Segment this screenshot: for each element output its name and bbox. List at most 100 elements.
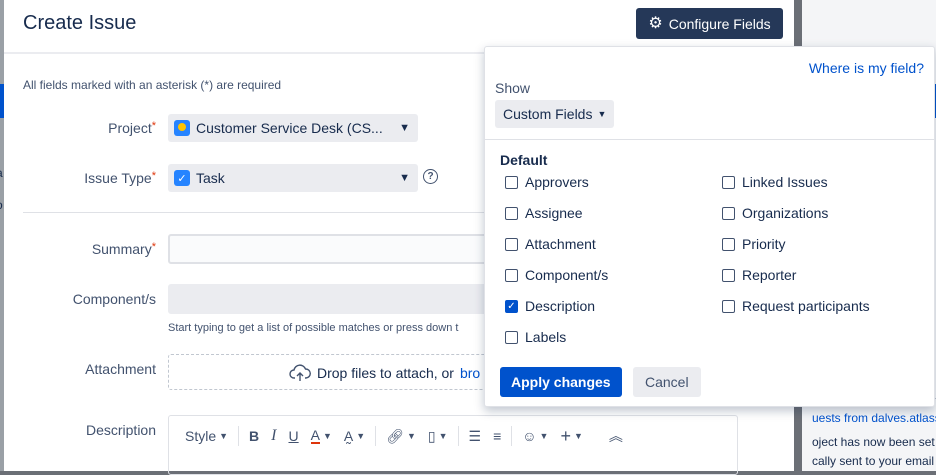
modal-title: Create Issue [23, 12, 137, 34]
field-option-assignee[interactable]: Assignee [505, 205, 583, 221]
background-left-char-1: a [0, 166, 3, 180]
style-label: Style [185, 428, 217, 444]
checkbox[interactable] [722, 206, 735, 220]
background-left-char-2: o [0, 198, 3, 212]
field-option-labels[interactable]: Labels [505, 329, 566, 345]
checkbox[interactable] [505, 268, 518, 282]
help-icon[interactable]: ? [423, 169, 438, 184]
chevron-down-icon: ▼ [438, 431, 448, 441]
checkbox[interactable] [722, 299, 735, 313]
field-option-description[interactable]: ✓ Description [505, 298, 595, 314]
project-label-text: Project [108, 120, 152, 136]
link-icon: 🔗︎ [386, 427, 404, 444]
field-option-label: Description [525, 298, 596, 314]
underline-icon[interactable]: U [283, 422, 305, 450]
show-dropdown[interactable]: Custom Fields ▼ [495, 100, 615, 128]
project-select-value: Customer Service Desk (CS... [196, 120, 383, 136]
text-color-icon: A [310, 427, 320, 444]
field-option-linked-issues[interactable]: Linked Issues [722, 174, 828, 190]
field-option-label: Request participants [742, 298, 870, 314]
background-text-line-2: oject has now been set up [812, 435, 936, 449]
checkbox[interactable] [722, 268, 735, 282]
field-option-reporter[interactable]: Reporter [722, 267, 796, 283]
checkbox[interactable] [505, 330, 518, 344]
checkbox[interactable] [722, 175, 735, 189]
toolbar-separator [457, 426, 459, 446]
field-option-label: Assignee [525, 205, 583, 221]
checkbox[interactable] [505, 175, 518, 189]
attachment-button[interactable]: ▯ ▼ [422, 422, 454, 450]
field-option-request-participants[interactable]: Request participants [722, 298, 870, 314]
cloud-upload-icon [289, 364, 311, 381]
chevron-down-icon: ▼ [399, 172, 410, 184]
field-option-label: Organizations [742, 205, 829, 221]
description-editor[interactable]: Style ▼ B I U A ▼ A̰ ▼ 🔗︎ ▼ ▯ ▼ ☰ ≡ ☺ ▼ … [168, 415, 738, 475]
chevron-down-icon: ▼ [322, 431, 332, 441]
text-color-button[interactable]: A ▼ [305, 422, 338, 450]
where-is-my-field-link[interactable]: Where is my field? [809, 60, 924, 76]
field-option-label: Priority [742, 236, 786, 252]
show-label: Show [495, 80, 531, 96]
numbered-list-icon[interactable]: ≡ [487, 422, 507, 450]
field-option-label: Linked Issues [742, 174, 828, 190]
summary-label-text: Summary [91, 241, 152, 257]
field-option-organizations[interactable]: Organizations [722, 205, 828, 221]
field-option-approvers[interactable]: Approvers [505, 174, 589, 190]
project-label: Project* [16, 120, 156, 136]
chevron-down-icon: ▼ [539, 431, 549, 441]
toolbar-separator [375, 426, 377, 446]
components-hint: Start typing to get a list of possible m… [168, 322, 459, 334]
paperclip-icon: ▯ [427, 427, 436, 444]
checkbox[interactable] [505, 206, 518, 220]
issue-type-label-text: Issue Type [84, 170, 152, 186]
bold-icon[interactable]: B [243, 422, 265, 450]
apply-changes-button[interactable]: Apply changes [500, 367, 622, 397]
checkbox[interactable] [722, 237, 735, 251]
chevron-down-icon: ▼ [399, 122, 410, 134]
text-effects-icon: A̰ [343, 428, 354, 444]
configure-fields-button[interactable]: ⚙ Configure Fields [636, 8, 783, 39]
field-option-components[interactable]: Component/s [505, 267, 608, 283]
collapse-toolbar-icon[interactable]: ︽ [603, 422, 629, 450]
required-asterisk: * [151, 120, 156, 132]
configure-fields-label: Configure Fields [668, 15, 771, 32]
summary-input[interactable] [168, 234, 498, 264]
field-option-label: Approvers [525, 174, 589, 190]
dropzone-content: Drop files to attach, or bro [289, 364, 480, 382]
popup-divider [485, 139, 934, 140]
emoji-button[interactable]: ☺ ▼ [516, 422, 554, 450]
description-label: Description [85, 422, 156, 438]
checkbox[interactable] [505, 237, 518, 251]
field-option-label: Attachment [525, 236, 596, 252]
link-button[interactable]: 🔗︎ ▼ [380, 422, 422, 450]
chevron-down-icon: ▼ [219, 431, 229, 441]
checkbox-checked[interactable]: ✓ [505, 299, 518, 313]
project-select[interactable]: Customer Service Desk (CS... ▼ [168, 114, 418, 142]
components-input[interactable] [168, 284, 498, 314]
insert-more-button[interactable]: + ▼ [554, 422, 588, 450]
plus-icon: + [560, 425, 571, 446]
chevron-down-icon: ▼ [573, 431, 583, 441]
editor-toolbar: Style ▼ B I U A ▼ A̰ ▼ 🔗︎ ▼ ▯ ▼ ☰ ≡ ☺ ▼ … [169, 416, 629, 456]
bullet-list-icon[interactable]: ☰ [463, 422, 488, 450]
configure-fields-popup: Where is my field? Show Custom Fields ▼ … [484, 46, 935, 407]
background-text-line-3: cally sent to your email ad [812, 454, 936, 468]
cancel-button[interactable]: Cancel [633, 367, 701, 397]
project-avatar-icon [174, 120, 190, 136]
show-dropdown-value: Custom Fields [503, 106, 593, 122]
text-effects-button[interactable]: A̰ ▼ [338, 422, 371, 450]
field-option-priority[interactable]: Priority [722, 236, 786, 252]
style-dropdown[interactable]: Style ▼ [179, 422, 234, 450]
field-option-attachment[interactable]: Attachment [505, 236, 596, 252]
italic-icon[interactable]: I [265, 422, 282, 450]
chevron-down-icon: ▼ [356, 431, 366, 441]
browse-link[interactable]: bro [460, 365, 480, 381]
toolbar-separator [511, 426, 513, 446]
chevron-down-icon: ▼ [406, 431, 416, 441]
issue-type-select[interactable]: ✓ Task ▼ [168, 164, 418, 192]
field-option-label: Labels [525, 329, 567, 345]
field-option-label: Component/s [525, 267, 609, 283]
attachment-label: Attachment [85, 361, 156, 377]
required-fields-note: All fields marked with an asterisk (*) a… [23, 78, 282, 92]
background-link-text[interactable]: uests from dalves.atlassia [812, 411, 936, 425]
